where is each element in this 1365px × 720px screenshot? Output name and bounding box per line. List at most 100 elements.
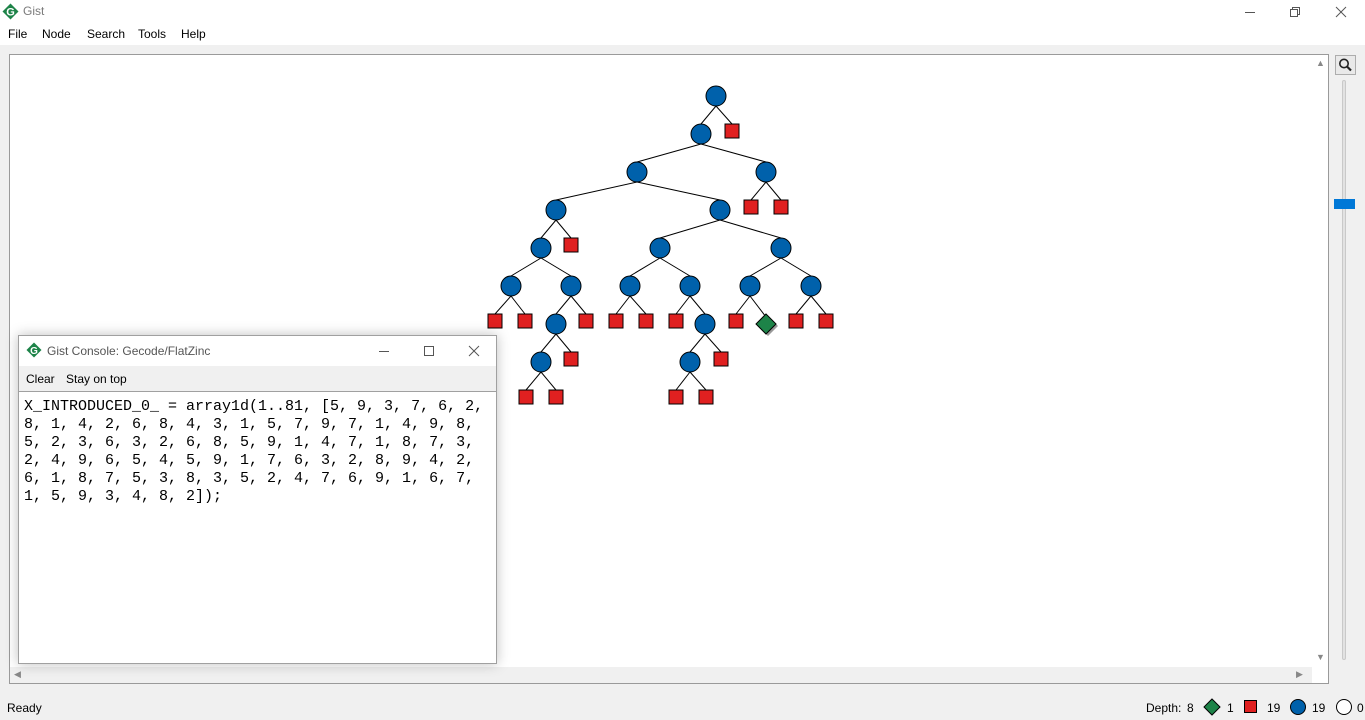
choice-node[interactable] <box>545 199 567 221</box>
zoom-to-fit-button[interactable] <box>1335 55 1356 75</box>
choice-node[interactable] <box>739 275 761 297</box>
horizontal-scrollbar[interactable]: ◀ ▶ <box>10 667 1312 683</box>
choice-node[interactable] <box>690 123 712 145</box>
minimize-icon <box>378 351 389 352</box>
close-button[interactable] <box>1318 0 1364 24</box>
scroll-up-icon[interactable]: ▲ <box>1316 58 1325 68</box>
menu-help[interactable]: Help <box>181 27 206 41</box>
tree-edge <box>540 257 572 277</box>
console-output[interactable]: X_INTRODUCED_0_ = array1d(1..81, [5, 9, … <box>19 391 496 663</box>
console-toolbar: Clear Stay on top <box>19 367 496 390</box>
scroll-down-icon[interactable]: ▼ <box>1316 652 1325 662</box>
choice-node[interactable] <box>530 237 552 259</box>
failed-node[interactable] <box>698 389 714 405</box>
choice-node[interactable] <box>709 199 731 221</box>
choice-node[interactable] <box>694 313 716 335</box>
choice-node[interactable] <box>800 275 822 297</box>
scroll-left-icon[interactable]: ◀ <box>14 669 21 680</box>
failed-node[interactable] <box>728 313 744 329</box>
choice-node[interactable] <box>619 275 641 297</box>
menu-node[interactable]: Node <box>42 27 71 41</box>
console-minimize-button[interactable] <box>361 336 406 366</box>
choice-node-icon <box>1290 699 1306 715</box>
svg-text:G: G <box>30 346 38 357</box>
maximize-button[interactable] <box>1272 0 1318 24</box>
failed-node[interactable] <box>518 389 534 405</box>
failed-node[interactable] <box>548 389 564 405</box>
tree-edge <box>795 295 812 315</box>
tree-edge <box>540 219 557 239</box>
depth-value: 8 <box>1187 701 1194 715</box>
open-node-icon <box>1336 699 1352 715</box>
console-output-text: X_INTRODUCED_0_ = array1d(1..81, [5, 9, … <box>24 398 493 505</box>
menu-search[interactable]: Search <box>87 27 125 41</box>
choice-node[interactable] <box>755 161 777 183</box>
tree-edge <box>750 181 767 201</box>
failed-node[interactable] <box>563 351 579 367</box>
tree-edge <box>715 105 733 125</box>
console-close-button[interactable] <box>451 336 496 366</box>
console-title-bar[interactable]: G Gist Console: Gecode/FlatZinc <box>19 336 496 366</box>
failed-node[interactable] <box>724 123 740 139</box>
menu-tools[interactable]: Tools <box>138 27 166 41</box>
tree-edge <box>810 295 827 315</box>
choice-node[interactable] <box>770 237 792 259</box>
tree-edge <box>689 333 706 353</box>
gist-console-window[interactable]: G Gist Console: Gecode/FlatZinc Clear St… <box>18 335 497 664</box>
failed-node-icon <box>1244 700 1257 713</box>
tree-edge <box>675 371 691 391</box>
tree-edge <box>780 257 812 277</box>
menu-file[interactable]: File <box>8 27 27 41</box>
failed-node[interactable] <box>578 313 594 329</box>
tree-edge <box>510 257 542 277</box>
tree-edge <box>636 181 721 201</box>
failed-node[interactable] <box>788 313 804 329</box>
tree-edge <box>636 143 702 163</box>
failed-node[interactable] <box>638 313 654 329</box>
failed-node[interactable] <box>818 313 834 329</box>
clear-button[interactable]: Clear <box>26 372 55 386</box>
stay-on-top-button[interactable]: Stay on top <box>66 372 127 386</box>
tree-edge <box>570 295 587 315</box>
zoom-slider-handle[interactable] <box>1334 198 1355 209</box>
tree-edge <box>700 105 717 125</box>
status-ready: Ready <box>7 701 42 715</box>
tree-edge <box>510 295 526 315</box>
failed-node[interactable] <box>517 313 533 329</box>
choice-node[interactable] <box>626 161 648 183</box>
zoom-slider-track[interactable] <box>1342 80 1346 660</box>
choice-node[interactable] <box>500 275 522 297</box>
choice-node[interactable] <box>679 351 701 373</box>
tree-edge <box>555 333 572 353</box>
tree-edge <box>659 219 721 239</box>
gist-app-icon: G <box>2 3 19 20</box>
failed-node[interactable] <box>487 313 503 329</box>
console-maximize-button[interactable] <box>406 336 451 366</box>
choice-node[interactable] <box>649 237 671 259</box>
failed-node[interactable] <box>773 199 789 215</box>
choice-node[interactable] <box>679 275 701 297</box>
failures-count: 19 <box>1267 701 1281 715</box>
tree-edge <box>689 371 707 391</box>
tree-edge <box>525 371 542 391</box>
tree-edge <box>555 181 638 201</box>
tree-edge <box>629 257 661 277</box>
failed-node[interactable] <box>668 389 684 405</box>
failed-node[interactable] <box>608 313 624 329</box>
failed-node[interactable] <box>668 313 684 329</box>
failed-node[interactable] <box>743 199 759 215</box>
choice-node[interactable] <box>705 85 727 107</box>
failed-node[interactable] <box>563 237 579 253</box>
vertical-scrollbar[interactable]: ▲ ▼ <box>1312 56 1329 667</box>
tree-edge <box>749 295 767 318</box>
tree-edge <box>540 333 557 353</box>
choice-node[interactable] <box>545 313 567 335</box>
choice-node[interactable] <box>560 275 582 297</box>
svg-text:G: G <box>6 7 15 19</box>
tree-edge <box>704 333 722 353</box>
scroll-right-icon[interactable]: ▶ <box>1296 669 1303 680</box>
tree-edge <box>615 295 631 315</box>
minimize-button[interactable] <box>1227 0 1273 24</box>
choice-node[interactable] <box>530 351 552 373</box>
failed-node[interactable] <box>713 351 729 367</box>
